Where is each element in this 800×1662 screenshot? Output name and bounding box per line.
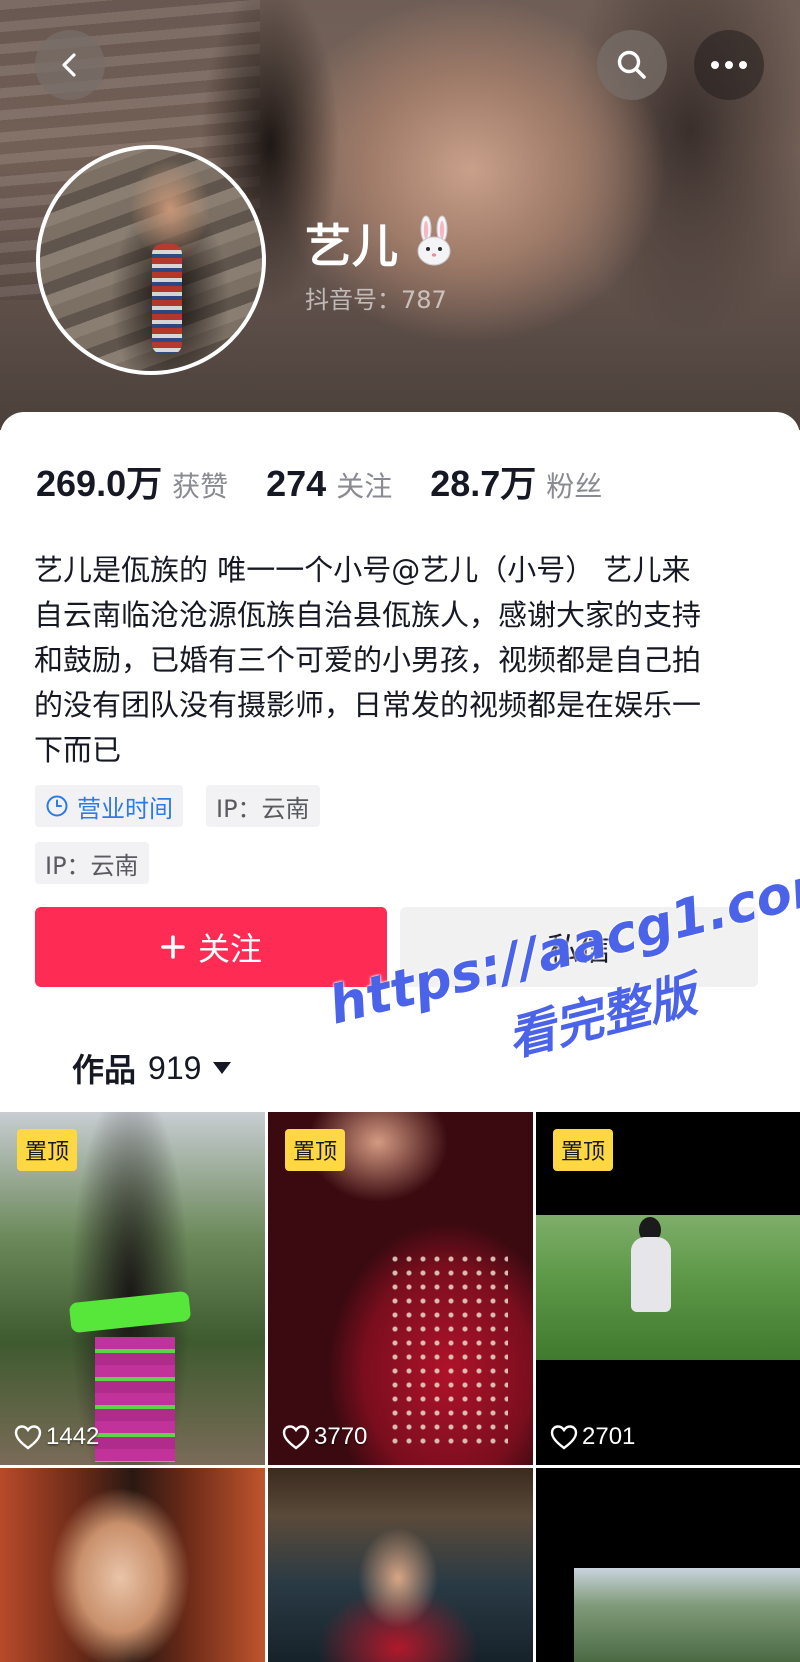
video-tile[interactable] <box>0 1468 265 1662</box>
video-tile[interactable]: 置顶 3770 <box>268 1112 533 1465</box>
follow-button-label: 关注 <box>197 930 262 968</box>
profile-stats: 269.0万 获赞 274 关注 28.7万 粉丝 <box>36 455 640 507</box>
plus-icon <box>161 935 185 959</box>
douyin-id[interactable]: 抖音号：787 <box>305 280 447 315</box>
video-thumbnail-detail <box>95 1337 175 1462</box>
ip-location-label: IP：云南 <box>45 851 139 880</box>
heart-icon <box>282 1425 310 1450</box>
pinned-badge: 置顶 <box>17 1129 78 1171</box>
clock-icon <box>46 795 68 817</box>
video-thumbnail-detail <box>388 1252 508 1452</box>
heart-icon <box>550 1425 578 1450</box>
ip-location-tag: IP：云南 <box>206 785 320 827</box>
likes-label[interactable]: 获赞 <box>172 465 228 505</box>
bio-line: 自云南临沧沧源佤族自治县佤族人，感谢大家的支持 <box>34 598 702 632</box>
followers-count[interactable]: 28.7万 <box>430 455 536 507</box>
heart-icon <box>14 1425 42 1450</box>
video-thumbnail-detail <box>68 1290 192 1334</box>
video-likes: 2701 <box>550 1423 635 1451</box>
ip-location-label: IP：云南 <box>216 794 310 823</box>
following-label[interactable]: 关注 <box>336 465 392 505</box>
bio-line: 的没有团队没有摄影师，日常发的视频都是在娱乐一 <box>34 688 702 722</box>
business-hours-tag[interactable]: 营业时间 <box>35 785 183 827</box>
video-tile[interactable]: 置顶 2701 <box>536 1112 800 1465</box>
video-tile[interactable]: 置顶 1442 <box>0 1112 265 1465</box>
pinned-badge: 置顶 <box>553 1129 614 1171</box>
search-button[interactable] <box>597 30 667 100</box>
ip-location-tag: IP：云南 <box>35 842 149 884</box>
pinned-badge: 置顶 <box>285 1129 346 1171</box>
video-likes-count: 3770 <box>314 1423 368 1450</box>
more-dots-icon <box>711 61 747 69</box>
video-grid: 置顶 1442 置顶 3770 置顶 2701 <box>0 1112 800 1662</box>
following-count[interactable]: 274 <box>266 463 326 505</box>
tab-works[interactable]: 作品 919 <box>72 1045 232 1091</box>
bio-line: 下而已 <box>34 733 122 767</box>
followers-label[interactable]: 粉丝 <box>546 465 602 505</box>
video-likes-count: 1442 <box>46 1423 100 1450</box>
business-hours-label: 营业时间 <box>77 794 173 823</box>
works-tab-label: 作品 <box>72 1051 137 1089</box>
video-thumbnail-detail <box>574 1568 800 1662</box>
rabbit-face-emoji <box>417 215 451 266</box>
profile-name: 艺儿 <box>305 219 399 273</box>
avatar-photo-detail <box>152 244 182 354</box>
chevron-left-icon <box>62 53 76 77</box>
bio-line: 和鼓励，已婚有三个可爱的小男孩，视频都是自己拍 <box>34 643 702 677</box>
works-count: 919 <box>148 1049 202 1086</box>
likes-count[interactable]: 269.0万 <box>36 455 162 507</box>
video-likes: 1442 <box>14 1423 99 1451</box>
more-button[interactable] <box>694 30 764 100</box>
video-tile[interactable] <box>536 1468 800 1662</box>
bio-line: 艺儿是佤族的 唯一一个小号@艺儿（小号） 艺儿来 <box>34 553 691 587</box>
search-icon <box>617 50 646 79</box>
profile-bio: 艺儿是佤族的 唯一一个小号@艺儿（小号） 艺儿来 自云南临沧沧源佤族自治县佤族人… <box>34 548 774 773</box>
caret-down-icon <box>213 1062 232 1074</box>
video-likes: 3770 <box>282 1423 367 1451</box>
back-button[interactable] <box>35 30 105 100</box>
video-likes-count: 2701 <box>582 1423 636 1450</box>
avatar[interactable] <box>36 145 266 375</box>
video-thumbnail-detail <box>631 1237 671 1312</box>
video-tile[interactable] <box>268 1468 533 1662</box>
